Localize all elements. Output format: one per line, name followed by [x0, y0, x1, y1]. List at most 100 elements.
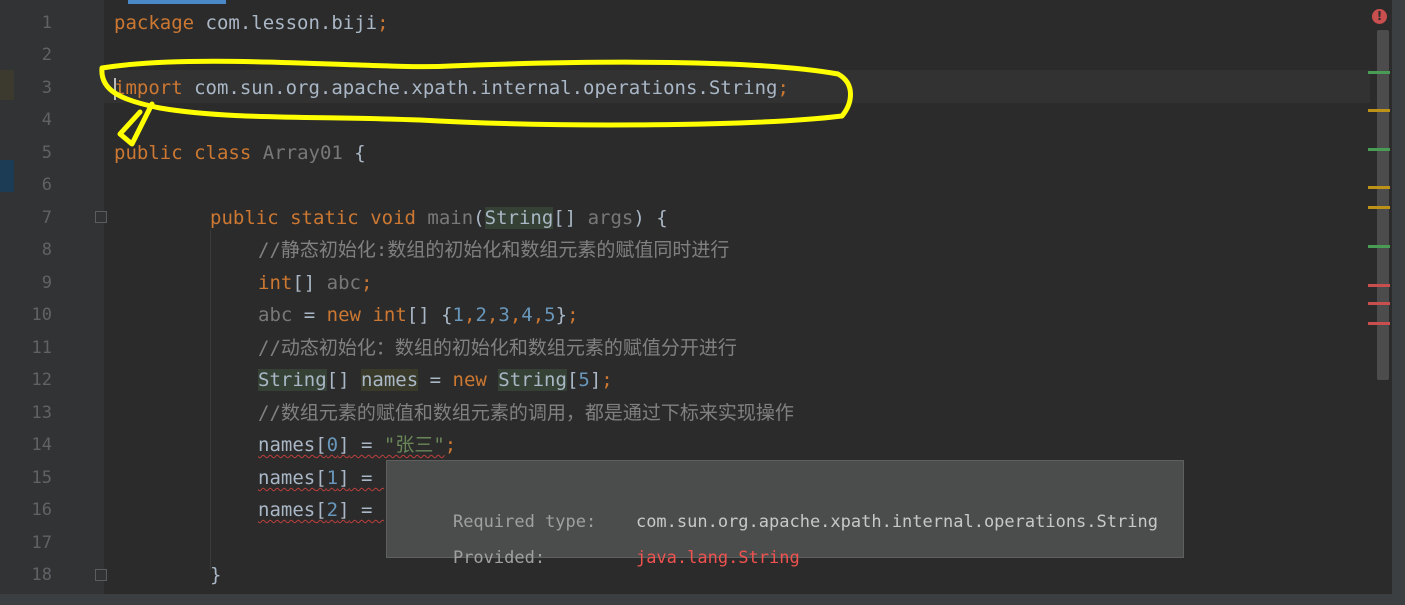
keyword: public: [210, 207, 279, 229]
number: 2: [475, 304, 487, 326]
type-name: String: [258, 369, 327, 391]
semicolon: ;: [601, 369, 613, 391]
number: 5: [544, 304, 556, 326]
error-marker[interactable]: [1368, 322, 1390, 325]
code-line-12: String[] names = new String[5];: [258, 364, 613, 396]
error-span: names[2] =: [258, 499, 384, 521]
ok-marker[interactable]: [1368, 71, 1390, 74]
error-marker[interactable]: [1368, 284, 1390, 287]
code-line-13: //数组元素的赋值和数组元素的调用，都是通过下标来实现操作: [258, 402, 794, 424]
line-number: 13: [31, 403, 52, 423]
bracket: [: [315, 467, 327, 489]
type-mismatch-tooltip: Required type: com.sun.org.apache.xpath.i…: [386, 460, 1184, 568]
line-number: 11: [31, 338, 52, 358]
bracket: ]: [338, 467, 350, 489]
bracket: [: [315, 499, 327, 521]
operator: =: [418, 369, 453, 391]
warning-marker[interactable]: [1368, 109, 1390, 112]
right-tool-window-bar[interactable]: [1392, 0, 1405, 605]
brackets: []: [406, 304, 430, 326]
number: 1: [452, 304, 464, 326]
number: 3: [498, 304, 510, 326]
tooltip-provided-label: Provided:: [452, 548, 546, 568]
horizontal-scrollbar[interactable]: [0, 594, 1405, 605]
ok-marker[interactable]: [1368, 148, 1390, 151]
semicolon: ;: [567, 304, 579, 326]
semicolon: ;: [361, 272, 373, 294]
code-line-11: //动态初始化：数组的初始化和数组元素的赋值分开进行: [258, 337, 737, 359]
semicolon: ;: [777, 77, 789, 99]
vertical-scrollbar[interactable]: [1377, 30, 1389, 380]
operator: =: [349, 499, 384, 521]
comma: ,: [532, 304, 545, 326]
brace: }: [555, 304, 568, 326]
string-literal: "张三": [383, 434, 445, 456]
class-name: Array01: [262, 142, 343, 164]
line-number: 1: [41, 13, 52, 33]
line-number: 7: [41, 208, 52, 228]
keyword: import: [114, 77, 183, 99]
keyword: int: [258, 272, 293, 294]
keyword: static: [290, 207, 359, 229]
line-number: 2: [41, 45, 52, 65]
line-number: 16: [31, 500, 52, 520]
operator: =: [292, 304, 327, 326]
bracket: ]: [589, 369, 602, 391]
keyword: new: [452, 369, 487, 391]
number: 5: [578, 369, 590, 391]
variable: names: [360, 369, 419, 391]
line-number: 17: [31, 533, 52, 553]
line-number: 3: [41, 78, 52, 98]
error-marker[interactable]: [1368, 302, 1390, 305]
code-line-16: names[2] =: [258, 494, 384, 526]
error-span: names[1] =: [258, 467, 384, 489]
bracket: [: [315, 434, 327, 456]
number: 1: [326, 467, 339, 489]
variable: abc: [258, 304, 293, 326]
line-number: 15: [31, 468, 52, 488]
error-status-icon[interactable]: !: [1372, 9, 1387, 24]
semicolon: ;: [444, 434, 457, 456]
brace: {: [342, 142, 366, 164]
warning-marker[interactable]: [1368, 206, 1390, 209]
brace: {: [429, 304, 453, 326]
variable: names: [258, 434, 316, 456]
number: 4: [521, 304, 533, 326]
code-line-14: names[0] = "张三";: [258, 429, 456, 461]
ok-marker[interactable]: [1368, 245, 1390, 248]
tooltip-provided-value: java.lang.String: [635, 548, 800, 568]
variable: names: [258, 499, 316, 521]
code-line-3: import com.sun.org.apache.xpath.internal…: [114, 72, 789, 104]
method-name: main: [427, 207, 474, 229]
line-number: 18: [31, 565, 52, 585]
param-name: args: [587, 207, 634, 229]
tooltip-provided-row: Provided: java.lang.String: [412, 513, 800, 568]
keyword: public: [114, 142, 183, 164]
brackets: []: [292, 272, 316, 294]
code-line-15: names[1] =: [258, 462, 384, 494]
bracket: ]: [338, 499, 350, 521]
code-line-5: public class Array01 {: [114, 137, 366, 169]
line-number: 4: [41, 110, 52, 130]
keyword: void: [370, 207, 416, 229]
number: 0: [326, 434, 339, 456]
warning-marker[interactable]: [1368, 186, 1390, 189]
operator: =: [349, 467, 384, 489]
import-path: com.sun.org.apache.xpath.internal.operat…: [182, 77, 778, 99]
keyword: int: [372, 304, 407, 326]
line-number: 14: [31, 435, 52, 455]
type-name: String: [484, 207, 554, 229]
line-number: 6: [41, 175, 52, 195]
keyword: package: [114, 12, 195, 34]
variable: names: [258, 467, 316, 489]
line-number: 9: [41, 273, 52, 293]
number: 2: [326, 499, 339, 521]
keyword: class: [194, 142, 252, 164]
keyword: new: [326, 304, 361, 326]
semicolon: ;: [377, 12, 389, 34]
brace: ) {: [633, 207, 668, 229]
line-number: 10: [31, 305, 52, 325]
line-number: 8: [41, 240, 52, 260]
code-line-18: }: [210, 564, 222, 586]
code-line-8: //静态初始化:数组的初始化和数组元素的赋值同时进行: [258, 239, 730, 261]
